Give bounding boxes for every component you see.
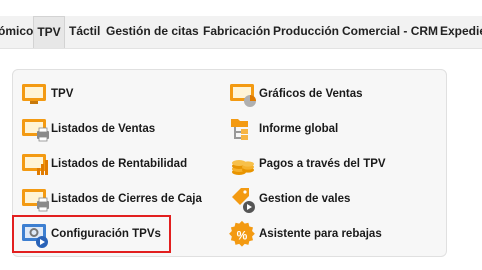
menu-item-produccion[interactable]: Producción (273, 16, 339, 48)
menu-item-economico[interactable]: ómico (0, 16, 33, 48)
menu-item-tpv[interactable]: TPV (33, 16, 65, 48)
menu-entry-asistente-rebajas[interactable]: % Asistente para rebajas (229, 220, 439, 250)
tpv-dropdown-panel: TPV Listados de Ventas Listados de Renta… (12, 69, 447, 257)
menu-entry-label: Pagos a través del TPV (259, 158, 386, 170)
monitor-printer-icon (22, 119, 49, 142)
menu-entry-graficos-ventas[interactable]: Gráficos de Ventas (229, 80, 429, 110)
menu-entry-label: Asistente para rebajas (259, 228, 382, 240)
menu-entry-informe-global[interactable]: Informe global (229, 115, 429, 145)
folder-tree-icon (231, 119, 248, 140)
menu-item-expediciones[interactable]: Expedie (440, 16, 482, 48)
menu-entry-listados-cierres-caja[interactable]: Listados de Cierres de Caja (21, 185, 241, 215)
top-menu-bar: ómico TPV Táctil Gestión de citas Fabric… (0, 16, 482, 49)
menu-entry-label: Gestion de vales (259, 193, 351, 205)
menu-entry-label: Listados de Cierres de Caja (51, 193, 202, 205)
percent-badge-icon: % (229, 220, 255, 247)
svg-text:%: % (237, 229, 248, 243)
menu-entry-label: Listados de Rentabilidad (51, 158, 188, 170)
menu-entry-label: TPV (51, 88, 74, 100)
menu-item-tactil[interactable]: Táctil (69, 16, 101, 48)
menu-entry-label: Informe global (259, 123, 339, 135)
menu-item-fabricacion[interactable]: Fabricación (203, 16, 270, 48)
menu-entry-tpv[interactable]: TPV (21, 80, 221, 110)
monitor-bar-chart-icon (22, 154, 48, 175)
menu-entry-listados-ventas[interactable]: Listados de Ventas (21, 115, 221, 145)
monitor-printer-icon (22, 189, 49, 212)
menu-entry-gestion-vales[interactable]: Gestion de vales (229, 185, 429, 215)
menu-entry-listados-rentabilidad[interactable]: Listados de Rentabilidad (21, 150, 221, 180)
monitor-pie-chart-icon (230, 84, 256, 107)
coins-icon (232, 160, 254, 175)
monitor-icon (22, 84, 46, 104)
price-tag-play-icon (232, 188, 255, 213)
menu-entry-label: Configuración TPVs (51, 228, 161, 240)
menu-entry-label: Gráficos de Ventas (259, 88, 363, 100)
menu-item-comercial-crm[interactable]: Comercial - CRM (342, 16, 438, 48)
menu-entry-label: Listados de Ventas (51, 123, 156, 135)
monitor-gear-play-icon (22, 224, 48, 248)
menu-item-gestion-citas[interactable]: Gestión de citas (106, 16, 199, 48)
menu-entry-configuracion-tpvs[interactable]: Configuración TPVs (21, 220, 221, 250)
menu-entry-pagos-tpv[interactable]: Pagos a través del TPV (229, 150, 439, 180)
